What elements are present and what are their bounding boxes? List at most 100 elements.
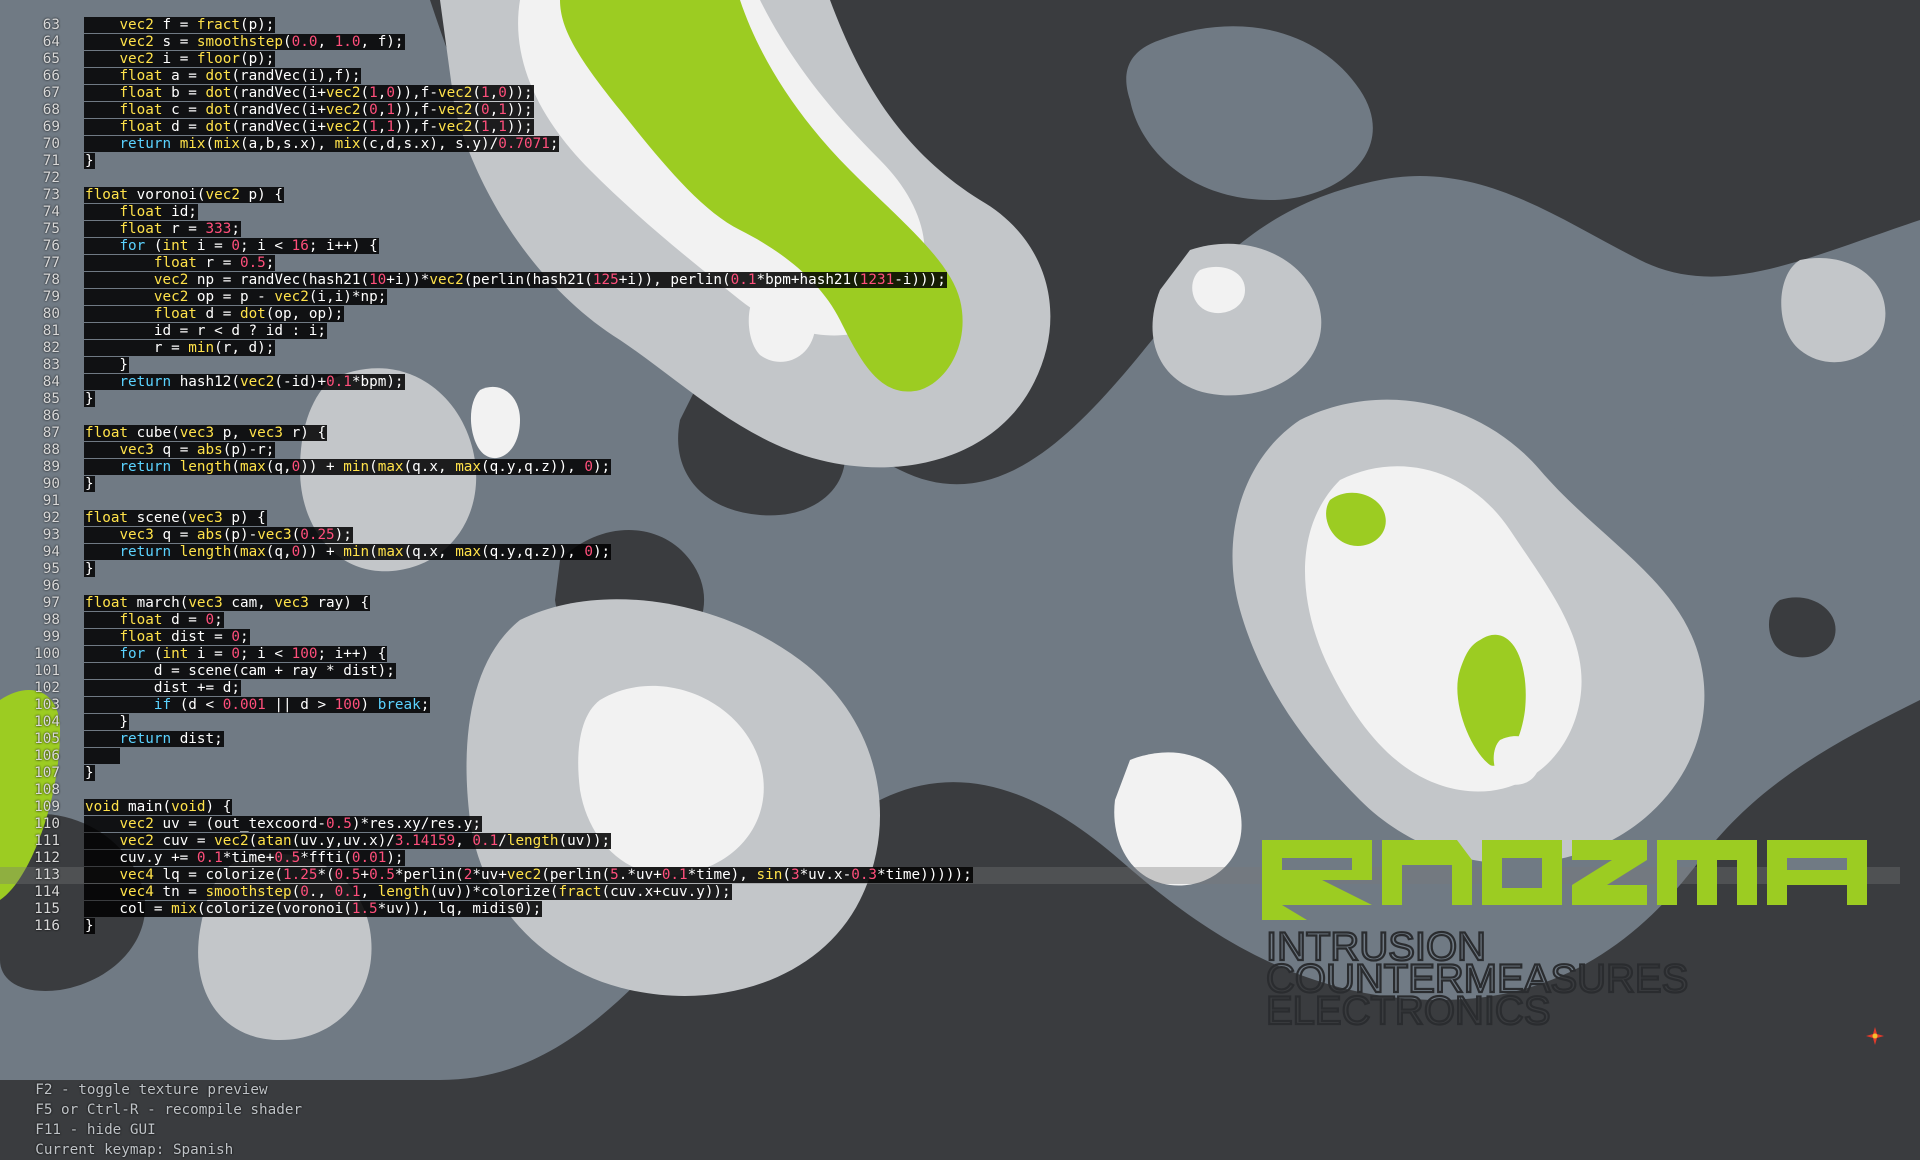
code-line[interactable]: 73 float voronoi(vec2 p) { [0,187,1060,204]
code-line[interactable]: 94 return length(max(q,0)) + min(max(q.x… [0,544,1060,561]
code-text[interactable]: vec3 q = abs(p)-r; [84,442,276,458]
code-text[interactable]: float voronoi(vec2 p) { [84,187,284,203]
code-line[interactable]: 98 float d = 0; [0,612,1060,629]
code-line[interactable]: 108 [0,782,1060,799]
code-text[interactable]: vec2 op = p - vec2(i,i)*np; [84,289,388,305]
code-line[interactable]: 77 float r = 0.5; [0,255,1060,272]
code-line[interactable]: 84 return hash12(vec2(-id)+0.1*bpm); [0,374,1060,391]
code-text[interactable]: id = r < d ? id : i; [84,323,328,339]
code-text[interactable]: cuv.y += 0.1*time+0.5*ffti(0.01); [84,850,405,866]
code-text[interactable]: vec2 s = smoothstep(0.0, 1.0, f); [84,34,405,50]
code-text[interactable]: return length(max(q,0)) + min(max(q.x, m… [84,459,612,475]
code-text[interactable]: } [84,561,95,577]
code-text[interactable]: r = min(r, d); [84,340,276,356]
code-text[interactable]: dist += d; [84,680,241,696]
code-line[interactable]: 112 cuv.y += 0.1*time+0.5*ffti(0.01); [0,850,1060,867]
code-text[interactable]: return hash12(vec2(-id)+0.1*bpm); [84,374,405,390]
code-line[interactable]: 101 d = scene(cam + ray * dist); [0,663,1060,680]
code-text[interactable]: return mix(mix(a,b,s.x), mix(c,d,s.x), s… [84,136,560,152]
code-text[interactable]: void main(void) { [84,799,233,815]
code-text[interactable]: for (int i = 0; i < 100; i++) { [84,646,388,662]
code-line[interactable]: 63 vec2 f = fract(p); [0,17,1060,34]
code-text[interactable]: } [84,765,95,781]
code-text[interactable]: vec3 q = abs(p)-vec3(0.25); [84,527,353,543]
code-text[interactable]: float d = dot(op, op); [84,306,345,322]
code-text[interactable]: if (d < 0.001 || d > 100) break; [84,697,431,713]
code-text[interactable]: d = scene(cam + ray * dist); [84,663,396,679]
code-text[interactable]: float d = dot(randVec(i+vec2(1,1)),f-vec… [84,119,534,135]
code-line[interactable]: 103 if (d < 0.001 || d > 100) break; [0,697,1060,714]
code-text[interactable]: } [84,476,95,492]
code-line[interactable]: 114 vec4 tn = smoothstep(0., 0.1, length… [0,884,1060,901]
code-line[interactable]: 111 vec2 cuv = vec2(atan(uv.y,uv.x)/3.14… [0,833,1060,850]
code-text[interactable]: } [84,357,130,373]
code-line[interactable]: 113 vec4 lq = colorize(1.25*(0.5+0.5*per… [0,867,1900,884]
code-line[interactable]: 89 return length(max(q,0)) + min(max(q.x… [0,459,1060,476]
code-line[interactable]: 82 r = min(r, d); [0,340,1060,357]
code-line[interactable]: 92 float scene(vec3 p) { [0,510,1060,527]
code-line[interactable]: 102 dist += d; [0,680,1060,697]
code-text[interactable]: float r = 0.5; [84,255,276,271]
code-text[interactable]: for (int i = 0; i < 16; i++) { [84,238,379,254]
code-line[interactable]: 74 float id; [0,204,1060,221]
code-line[interactable]: 70 return mix(mix(a,b,s.x), mix(c,d,s.x)… [0,136,1060,153]
code-line[interactable]: 95} [0,561,1060,578]
code-line[interactable]: 64 vec2 s = smoothstep(0.0, 1.0, f); [0,34,1060,51]
code-line[interactable]: 83 } [0,357,1060,374]
code-line[interactable]: 68 float c = dot(randVec(i+vec2(0,1)),f-… [0,102,1060,119]
code-text[interactable]: float cube(vec3 p, vec3 r) { [84,425,328,441]
code-line[interactable]: 115 col = mix(colorize(voronoi(1.5*uv)),… [0,901,1060,918]
code-text[interactable]: } [84,714,130,730]
code-line[interactable]: 85} [0,391,1060,408]
code-line[interactable]: 106 [0,748,1060,765]
code-text[interactable]: return length(max(q,0)) + min(max(q.x, m… [84,544,612,560]
code-text[interactable]: vec4 lq = colorize(1.25*(0.5+0.5*perlin(… [84,867,973,883]
code-text[interactable] [84,748,121,764]
code-line[interactable]: 88 vec3 q = abs(p)-r; [0,442,1060,459]
code-line[interactable]: 65 vec2 i = floor(p); [0,51,1060,68]
code-text[interactable]: } [84,918,95,934]
code-text[interactable]: float a = dot(randVec(i),f); [84,68,362,84]
code-line[interactable]: 67 float b = dot(randVec(i+vec2(1,0)),f-… [0,85,1060,102]
code-line[interactable]: 69 float d = dot(randVec(i+vec2(1,1)),f-… [0,119,1060,136]
code-text[interactable]: vec4 tn = smoothstep(0., 0.1, length(uv)… [84,884,732,900]
code-text[interactable]: vec2 cuv = vec2(atan(uv.y,uv.x)/3.14159,… [84,833,612,849]
code-line[interactable]: 72 [0,170,1060,187]
code-text[interactable]: float b = dot(randVec(i+vec2(1,0)),f-vec… [84,85,534,101]
code-line[interactable]: 99 float dist = 0; [0,629,1060,646]
code-line[interactable]: 107} [0,765,1060,782]
code-line[interactable]: 87 float cube(vec3 p, vec3 r) { [0,425,1060,442]
code-text[interactable]: vec2 f = fract(p); [84,17,276,33]
code-line[interactable]: 110 vec2 uv = (out_texcoord-0.5)*res.xy/… [0,816,1060,833]
code-line[interactable]: 116} [0,918,1060,935]
code-line[interactable]: 71} [0,153,1060,170]
code-text[interactable]: float id; [84,204,198,220]
code-text[interactable]: vec2 i = floor(p); [84,51,276,67]
shader-code-editor[interactable]: 63 vec2 f = fract(p); 64 vec2 s = smooths… [0,17,1900,935]
code-text[interactable]: float scene(vec3 p) { [84,510,267,526]
code-line[interactable]: 81 id = r < d ? id : i; [0,323,1060,340]
code-line[interactable]: 97 float march(vec3 cam, vec3 ray) { [0,595,1060,612]
code-line[interactable]: 109 void main(void) { [0,799,1060,816]
code-line[interactable]: 104 } [0,714,1060,731]
code-text[interactable]: return dist; [84,731,224,747]
code-line[interactable]: 91 [0,493,1060,510]
code-line[interactable]: 90} [0,476,1060,493]
code-line[interactable]: 105 return dist; [0,731,1060,748]
code-text[interactable]: float dist = 0; [84,629,250,645]
code-text[interactable]: col = mix(colorize(voronoi(1.5*uv)), lq,… [84,901,543,917]
code-text[interactable]: vec2 uv = (out_texcoord-0.5)*res.xy/res.… [84,816,482,832]
code-line[interactable]: 86 [0,408,1060,425]
code-line[interactable]: 79 vec2 op = p - vec2(i,i)*np; [0,289,1060,306]
code-text[interactable]: float march(vec3 cam, vec3 ray) { [84,595,371,611]
code-line[interactable]: 76 for (int i = 0; i < 16; i++) { [0,238,1060,255]
code-text[interactable]: float d = 0; [84,612,224,628]
code-text[interactable]: float c = dot(randVec(i+vec2(0,1)),f-vec… [84,102,534,118]
code-text[interactable]: float r = 333; [84,221,241,237]
code-line[interactable]: 96 [0,578,1060,595]
code-line[interactable]: 100 for (int i = 0; i < 100; i++) { [0,646,1060,663]
code-line[interactable]: 75 float r = 333; [0,221,1060,238]
code-line[interactable]: 80 float d = dot(op, op); [0,306,1060,323]
code-text[interactable]: vec2 np = randVec(hash21(10+i))*vec2(per… [84,272,947,288]
code-line[interactable]: 66 float a = dot(randVec(i),f); [0,68,1060,85]
